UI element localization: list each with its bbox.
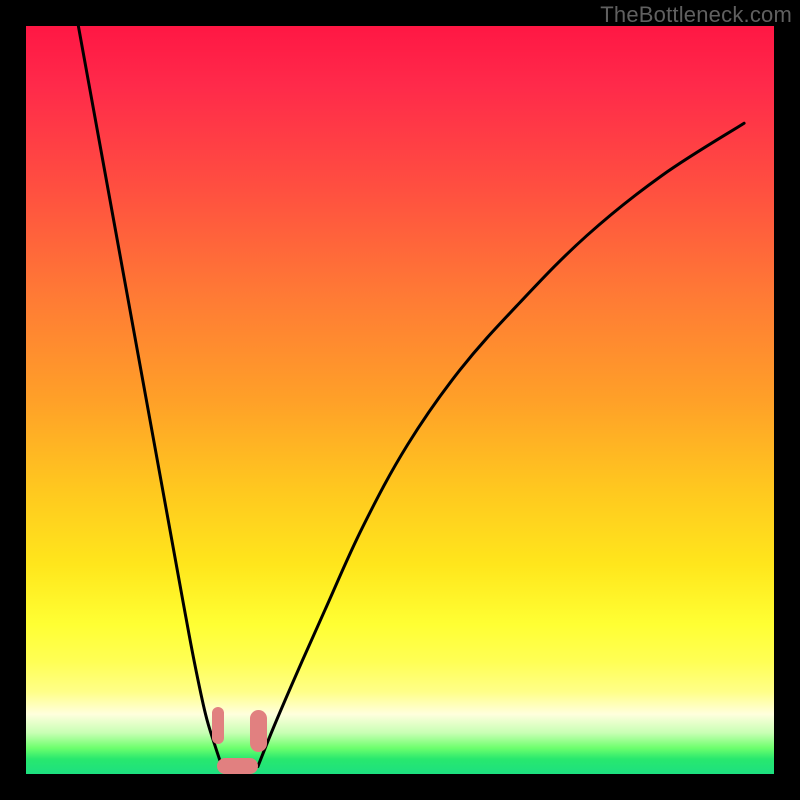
curve-layer <box>26 26 774 774</box>
curve-left-branch <box>78 26 222 767</box>
chart-frame: TheBottleneck.com <box>0 0 800 800</box>
marker-right <box>250 710 266 751</box>
marker-floor <box>217 758 258 774</box>
curve-right-branch <box>258 123 744 766</box>
watermark: TheBottleneck.com <box>600 2 792 28</box>
chart-plot-area <box>26 26 774 774</box>
marker-left <box>212 707 225 744</box>
